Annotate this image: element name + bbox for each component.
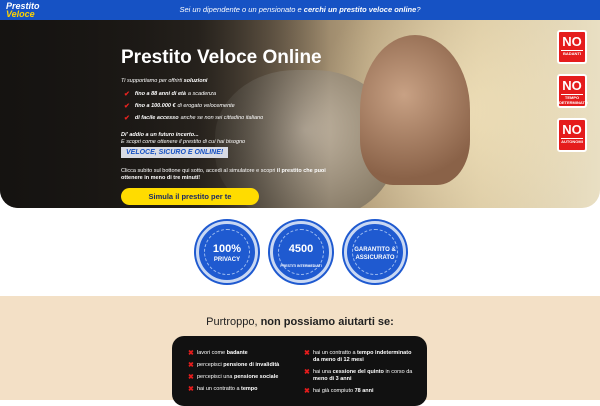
condition-item: ✖ percepisci una pensione sociale — [188, 374, 298, 381]
hero-intro: Ti supportiamo per offrirti soluzioni — [121, 78, 207, 84]
condition-item: ✖ lavori come badante — [188, 350, 298, 357]
condition-bold: tempo — [241, 386, 258, 392]
loans-seal: 4500 PRESTITI INTERMEDIATI — [270, 221, 332, 283]
cross-icon: ✖ — [188, 374, 194, 381]
no-autonomi-badge: NO AUTONOMI — [557, 118, 587, 152]
conditions-right: ✖ hai un contratto a tempo indeterminato … — [304, 350, 416, 400]
seal-main: 100% — [212, 243, 242, 255]
cross-icon: ✖ — [304, 369, 310, 376]
condition-item: ✖ hai un contratto a tempo — [188, 386, 298, 393]
seal-sub: PRIVACY — [213, 257, 241, 263]
hero-feature-rest: a scadenza — [187, 91, 217, 97]
seal-main: 4500 — [288, 243, 314, 255]
check-icon: ✔ — [124, 91, 130, 98]
condition-item: ✖ percepisci pensione di invalidità — [188, 362, 298, 369]
cta-bold: il prestito per te — [175, 192, 232, 201]
condition-pre: percepisci — [197, 362, 224, 368]
condition-item: ✖ hai già compiuto 78 anni — [304, 388, 416, 395]
no-badanti-badge: NO BADANTI — [557, 30, 587, 64]
cross-icon: ✖ — [188, 350, 194, 357]
condition-post: in corso da — [383, 369, 413, 375]
badge-no-text: NO — [562, 34, 582, 49]
top-bar: Prestito Veloce Sei un dipendente o un p… — [0, 0, 600, 20]
condition-bold-2: meno di 3 anni — [313, 376, 352, 382]
hero-title: Prestito Veloce Online — [121, 47, 322, 68]
hero-feature-item: ✔ fino a 100.000 € di erogato velocemente — [124, 102, 263, 110]
hero-feature-bold: fino a 88 anni di età — [134, 91, 186, 97]
hero-feature-item: ✔ fino a 88 anni di età a scadenza — [124, 90, 263, 98]
section-title-pre: Purtroppo, — [206, 316, 261, 328]
top-bar-message: Sei un dipendente o un pensionato e cerc… — [0, 5, 600, 14]
cross-icon: ✖ — [304, 388, 310, 395]
condition-bold: 78 anni — [354, 388, 374, 394]
badge-no-text: NO — [562, 122, 582, 137]
guaranteed-seal: GARANTITO & ASSICURATO — [344, 221, 406, 283]
condition-pre: lavori come — [197, 350, 227, 356]
seal-sub: PRESTITI INTERMEDIATI — [280, 264, 322, 268]
hero-photo-man — [360, 35, 470, 185]
chevron-down-icon[interactable]: ⌄ — [297, 206, 304, 208]
condition-pre: percepisci una — [197, 374, 234, 380]
cross-icon: ✖ — [188, 362, 194, 369]
badge-label: TEMPO DETERMINATO — [559, 95, 588, 105]
hero-feature-bold: fino a 100.000 € — [134, 103, 176, 109]
not-eligible-section: Purtroppo, non possiamo aiutarti se: ✖ la… — [0, 296, 600, 406]
cta-pre: Simula — [148, 192, 176, 201]
condition-bold: cessione del quinto — [332, 369, 384, 375]
seal-main: GARANTITO & ASSICURATO — [354, 247, 396, 261]
hero-feature-rest: anche se non sei cittadino italiano — [180, 115, 264, 121]
top-bar-pre: Sei un dipendente o un pensionato e — [179, 5, 304, 14]
hero-question-sub: E scopri come ottenere il prestito di cu… — [121, 139, 246, 145]
hero-feature-rest: di erogato velocemente — [177, 103, 235, 109]
conditions-panel: ✖ lavori come badante ✖ percepisci pension… — [172, 336, 427, 406]
condition-item: ✖ hai un contratto a tempo indeterminato … — [304, 350, 416, 364]
section-title: Purtroppo, non possiamo aiutarti se: — [0, 316, 600, 328]
hero-intro-pre: Ti supportiamo per offrirti — [121, 78, 184, 84]
condition-bold: badante — [226, 350, 248, 356]
condition-bold: pensione di invalidità — [223, 362, 280, 368]
hero-features-list: ✔ fino a 88 anni di età a scadenza ✔ fino a… — [124, 90, 263, 126]
condition-pre: hai già compiuto — [313, 388, 355, 394]
cross-icon: ✖ — [304, 350, 310, 357]
simulate-loan-button[interactable]: Simula il prestito per te — [121, 188, 259, 205]
privacy-seal: 100% PRIVACY — [196, 221, 258, 283]
condition-pre: hai una — [313, 369, 333, 375]
condition-item: ✖ hai una cessione del quinto in corso da… — [304, 369, 416, 383]
hero-paragraph-pre: Clicca subito sul bottone qui sotto, acc… — [121, 168, 277, 174]
check-icon: ✔ — [124, 103, 130, 110]
hero-feature-item: ✔ di facile accesso anche se non sei citta… — [124, 114, 263, 122]
hero-question: Di' addio a un futuro incerto... — [121, 132, 199, 138]
top-bar-post: ? — [416, 5, 421, 14]
badge-no-text: NO — [562, 78, 582, 93]
trust-seals: 100% PRIVACY 4500 PRESTITI INTERMEDIATI … — [0, 215, 600, 295]
condition-pre: hai un contratto a — [313, 350, 358, 356]
condition-pre: hai un contratto a — [197, 386, 242, 392]
section-title-bold: non possiamo aiutarti se: — [260, 316, 394, 328]
check-icon: ✔ — [124, 115, 130, 122]
hero-intro-bold: soluzioni — [183, 78, 208, 84]
hero-paragraph: Clicca subito sul bottone qui sotto, acc… — [121, 168, 331, 182]
condition-bold: pensione sociale — [234, 374, 279, 380]
hero-tagline: VELOCE, SICURO E ONLINE! — [121, 147, 229, 158]
conditions-left: ✖ lavori come badante ✖ percepisci pension… — [188, 350, 298, 398]
hero-section: Prestito Veloce Online Ti supportiamo pe… — [0, 20, 600, 208]
cross-icon: ✖ — [188, 386, 194, 393]
badge-label: AUTONOMI — [561, 139, 583, 144]
hero-feature-bold: di facile accesso — [134, 115, 179, 121]
top-bar-bold: cerchi un prestito veloce online — [303, 5, 417, 14]
badge-label: BADANTI — [563, 51, 581, 56]
no-tempo-determinato-badge: NO TEMPO DETERMINATO — [557, 74, 588, 108]
